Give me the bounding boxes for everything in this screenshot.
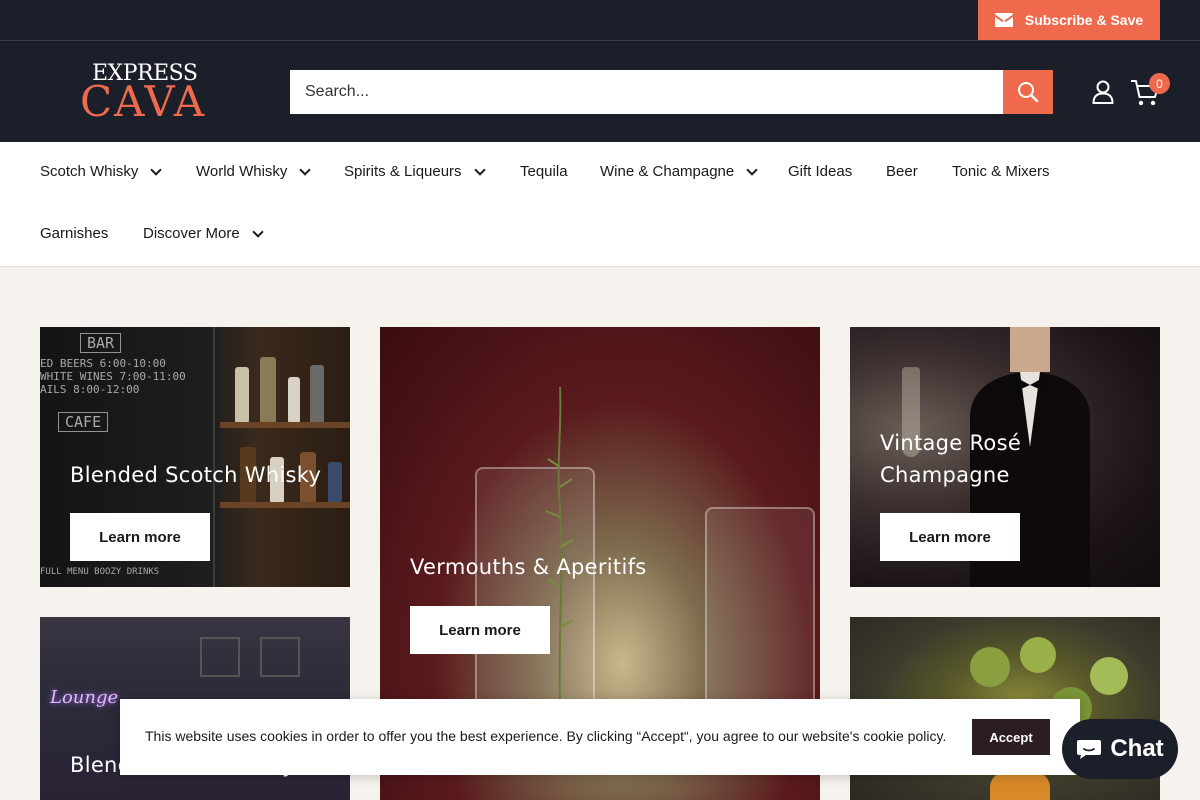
chat-bubble-icon [1077,740,1102,759]
lime-image [970,647,1010,687]
lounge-neon-sign: Lounge [50,687,119,708]
chalk-line: WHITE WINES 7:00-11:00 [40,370,186,383]
collection-card-vintage-rose[interactable]: Vintage Rosé Champagne Learn more [850,327,1160,587]
card-title: Vermouths & Aperitifs [410,555,647,579]
nav-item-label: Spirits & Liqueurs [344,163,462,180]
chalk-line: AILS 8:00-12:00 [40,383,140,396]
nav-item-gift-ideas[interactable]: Gift Ideas [788,163,852,180]
window-image [200,637,240,677]
search-input[interactable] [290,70,1003,114]
search-button[interactable] [1003,70,1053,114]
nav-item-tequila[interactable]: Tequila [520,163,568,180]
accept-cookies-button[interactable]: Accept [972,719,1050,755]
chalk-cafe-text: CAFE [58,412,109,432]
nav-item-label: Tequila [520,163,568,180]
chat-button[interactable]: Chat [1062,719,1178,779]
bottle [260,357,276,422]
chevron-down-icon [746,163,758,176]
main-navigation: Scotch Whisky World Whisky Spirits & Liq… [0,142,1200,267]
chevron-down-icon [252,225,264,238]
chat-label: Chat [1110,735,1164,762]
nav-item-label: World Whisky [196,163,288,180]
card-title: Blended Scotch Whisky [70,463,322,487]
lime-image [1090,657,1128,695]
card-title: Vintage Rosé Champagne [880,431,1022,487]
chevron-down-icon [299,163,312,176]
collection-card-blended-scotch[interactable]: BAR ED BEERS 6:00-10:00 WHITE WINES 7:00… [40,327,350,587]
nav-item-wine-champagne[interactable]: Wine & Champagne [600,163,758,180]
nav-item-label: Wine & Champagne [600,163,735,180]
search-form [290,70,1053,114]
lime-image [1020,637,1056,673]
nav-item-discover-more[interactable]: Discover More [143,225,264,242]
learn-more-button[interactable]: Learn more [70,513,210,561]
nav-item-spirits-liqueurs[interactable]: Spirits & Liqueurs [344,163,486,180]
nav-item-world-whisky[interactable]: World Whisky [196,163,312,180]
bottle [288,377,300,422]
mail-icon [994,13,1013,27]
shelf [220,422,350,428]
chevron-down-icon [473,163,486,176]
search-icon [1018,82,1039,103]
bottle [328,462,342,502]
logo-bottom-text: CAVA [80,77,207,126]
nav-item-beer[interactable]: Beer [886,163,918,180]
cookie-message: This website uses cookies in order to of… [145,728,947,744]
window-image [260,637,300,677]
site-header: EXPRESS CAVA 0 [0,41,1200,142]
nav-item-garnishes[interactable]: Garnishes [40,225,108,242]
cookie-banner: This website uses cookies in order to of… [120,699,1080,775]
chalk-line: ED BEERS 6:00-10:00 [40,357,166,370]
chalk-line: FULL MENU BOOZY DRINKS [40,567,160,577]
bottle [235,367,249,422]
logo[interactable]: EXPRESS CAVA [78,61,223,126]
announcement-bar: Subscribe & Save [0,0,1200,41]
nav-item-label: Tonic & Mixers [952,163,1050,180]
subscribe-label: Subscribe & Save [1024,12,1144,28]
shelf [220,502,350,508]
nav-item-tonic-mixers[interactable]: Tonic & Mixers [952,163,1050,180]
learn-more-button[interactable]: Learn more [410,606,550,654]
nav-item-label: Beer [886,163,918,180]
bottle [310,365,324,422]
nav-item-label: Discover More [143,225,240,242]
account-icon[interactable] [1092,80,1114,104]
chevron-down-icon [150,163,163,176]
nav-item-label: Garnishes [40,225,109,242]
subscribe-button[interactable]: Subscribe & Save [978,0,1160,40]
cart-count-badge: 0 [1149,73,1170,94]
nav-item-scotch-whisky[interactable]: Scotch Whisky [40,163,163,180]
herb-sprig-image [545,387,574,707]
chalk-bar-text: BAR [80,333,122,353]
nav-item-label: Scotch Whisky [40,163,139,180]
learn-more-button[interactable]: Learn more [880,513,1020,561]
nav-item-label: Gift Ideas [788,163,853,180]
